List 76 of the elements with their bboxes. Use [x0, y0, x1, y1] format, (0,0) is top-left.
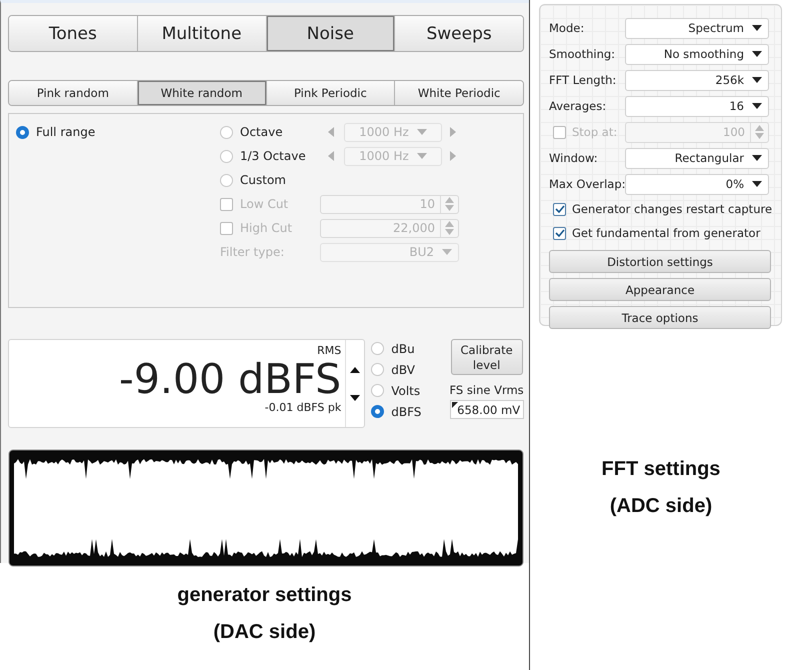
radio-label: Octave — [240, 125, 284, 139]
radio-label: dBu — [391, 342, 416, 356]
tab[interactable]: Sweeps — [395, 16, 523, 51]
right-arrow-icon[interactable] — [450, 127, 456, 137]
tab[interactable]: Multitone — [138, 16, 266, 51]
tab[interactable]: Noise — [266, 16, 396, 51]
right-arrow-icon[interactable] — [450, 151, 456, 161]
checkbox-label: High Cut — [240, 221, 294, 235]
noise-type-tab[interactable]: Pink random — [9, 81, 138, 105]
checkbox-label: Generator changes restart capture — [572, 202, 772, 216]
checkmark-icon[interactable] — [554, 205, 564, 213]
peak-level: -0.01 dBFS pk — [264, 401, 342, 414]
caption-subtitle: (DAC side) — [213, 620, 316, 644]
checkbox[interactable] — [553, 226, 566, 240]
caption-title: FFT settings — [602, 458, 720, 481]
down-arrow-icon[interactable] — [350, 394, 360, 400]
field-label: Mode: — [549, 21, 584, 35]
radio-button[interactable] — [220, 150, 233, 162]
caret-icon[interactable] — [752, 25, 762, 31]
dropdown[interactable]: 256k — [625, 70, 769, 90]
spin-arrows-icon[interactable] — [445, 197, 454, 211]
field-label: Smoothing: — [549, 47, 616, 61]
radio-button[interactable] — [371, 384, 384, 397]
checkbox[interactable] — [553, 202, 566, 216]
corner-marker-icon[interactable] — [452, 402, 458, 408]
radio-button[interactable] — [220, 174, 233, 186]
spin-arrows-icon[interactable] — [755, 125, 764, 139]
field-label: Filter type: — [220, 245, 286, 259]
checkbox-label: Low Cut — [240, 197, 290, 211]
noise-type-tab[interactable]: White random — [138, 81, 266, 105]
dropdown[interactable]: Rectangular — [625, 148, 769, 168]
field-label: FFT Length: — [549, 73, 616, 87]
checkbox-label: Get fundamental from generator — [572, 226, 760, 240]
radio-label: Volts — [391, 384, 422, 398]
radio-label: dBV — [391, 362, 416, 376]
level-value: -9.00 dBFS — [119, 357, 342, 401]
radio-button[interactable] — [371, 363, 384, 376]
up-arrow-icon[interactable] — [350, 366, 360, 372]
caption-title: generator settings — [177, 584, 352, 606]
field-label: Window: — [549, 151, 598, 165]
settings-button[interactable]: Trace options — [549, 306, 771, 329]
caret-icon[interactable] — [752, 155, 762, 161]
noise-type-tab[interactable]: Pink Periodic — [266, 81, 396, 105]
radio-button[interactable] — [220, 126, 233, 138]
field-label: Max Overlap: — [549, 177, 626, 191]
settings-button[interactable]: Appearance — [549, 278, 771, 301]
dropdown[interactable]: 0% — [625, 174, 769, 194]
dropdown[interactable]: No smoothing — [625, 44, 769, 64]
radio-label: 1/3 Octave — [240, 149, 307, 163]
radio-button[interactable] — [371, 342, 384, 355]
left-arrow-icon[interactable] — [328, 127, 334, 137]
caret-icon[interactable] — [752, 181, 762, 187]
full-scale-field[interactable]: 658.00 mV — [450, 400, 524, 419]
left-arrow-icon[interactable] — [328, 151, 334, 161]
level-mode-label: RMS — [317, 344, 342, 357]
dropdown[interactable]: Spectrum — [625, 18, 769, 38]
tab[interactable]: Tones — [9, 16, 138, 51]
checkmark-icon[interactable] — [554, 229, 564, 237]
checkbox-label: Stop at: — [572, 125, 618, 139]
calibrate-level-button[interactable]: Calibrate level — [450, 339, 523, 375]
level-display[interactable]: RMS -9.00 dBFS -0.01 dBFS pk — [8, 339, 366, 428]
noise-type-tab[interactable]: White Periodic — [395, 81, 523, 105]
spin-arrows-icon[interactable] — [445, 221, 454, 235]
field-label: Averages: — [549, 99, 606, 113]
radio-button[interactable] — [371, 405, 384, 418]
radio-label: Full range — [36, 125, 96, 139]
caret-icon[interactable] — [752, 103, 762, 109]
dropdown[interactable]: 16 — [625, 96, 769, 116]
radio-button[interactable] — [16, 126, 29, 138]
radio-label: dBFS — [391, 404, 422, 418]
radio-label: Custom — [240, 173, 287, 187]
settings-button[interactable]: Distortion settings — [549, 250, 771, 273]
caret-icon[interactable] — [752, 51, 762, 57]
field-label: FS sine Vrms — [450, 383, 524, 397]
caret-icon[interactable] — [752, 77, 762, 83]
caption-subtitle: (ADC side) — [610, 495, 712, 518]
